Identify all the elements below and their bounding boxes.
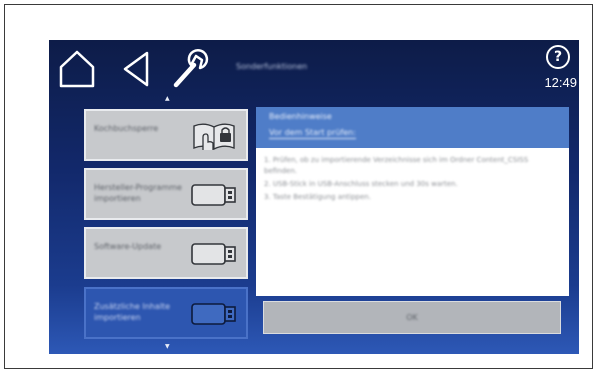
menu-item-import-additional-content[interactable]: Zusätzliche Inhalte importieren (84, 287, 248, 339)
ok-button-label: OK (406, 313, 418, 322)
menu-item-software-update[interactable]: Software-Update (84, 227, 248, 279)
touch-screen: Sonderfunktionen ? 12:49 ▲ Kochbuchsperr… (49, 40, 579, 354)
info-panel: Bedienhinweise Vor dem Start prüfen: 1. … (256, 107, 569, 296)
menu-item-label: Hersteller-Programme importieren (94, 183, 182, 203)
scroll-up-icon[interactable]: ▲ (165, 96, 170, 102)
instruction-step: 1. Prüfen, ob zu importierende Verzeichn… (264, 156, 529, 175)
panel-header: Bedienhinweise Vor dem Start prüfen: (256, 107, 569, 148)
wrench-icon[interactable] (168, 46, 212, 92)
usb-stick-icon (190, 238, 238, 272)
menu-item-label: Zusätzliche Inhalte importieren (94, 302, 171, 322)
usb-stick-icon (190, 298, 238, 332)
scroll-down-icon[interactable]: ▼ (165, 344, 170, 350)
panel-subtitle: Vor dem Start prüfen: (269, 128, 356, 139)
book-lock-icon (190, 120, 238, 158)
instruction-step: 2. USB-Stick in USB-Anschluss stecken un… (264, 180, 458, 188)
menu-item-import-manufacturer-programs[interactable]: Hersteller-Programme importieren (84, 168, 248, 220)
usb-stick-icon (190, 179, 238, 213)
clock: 12:49 (544, 75, 577, 90)
top-bar: Sonderfunktionen ? 12:49 (49, 40, 579, 100)
menu-item-label: Kochbuchsperre (94, 124, 159, 133)
panel-title: Bedienhinweise (269, 112, 332, 121)
menu-item-cookbook-lock[interactable]: Kochbuchsperre (84, 109, 248, 161)
device-frame: Sonderfunktionen ? 12:49 ▲ Kochbuchsperr… (4, 4, 593, 369)
instruction-list: 1. Prüfen, ob zu importierende Verzeichn… (264, 155, 560, 205)
home-icon[interactable] (55, 46, 99, 92)
back-icon[interactable] (113, 46, 157, 92)
menu-item-label: Software-Update (94, 242, 162, 251)
instruction-step: 3. Taste Bestätigung antippen. (264, 193, 371, 201)
help-button[interactable]: ? (546, 45, 570, 69)
ok-button[interactable]: OK (263, 301, 561, 334)
screen-title: Sonderfunktionen (236, 62, 308, 71)
